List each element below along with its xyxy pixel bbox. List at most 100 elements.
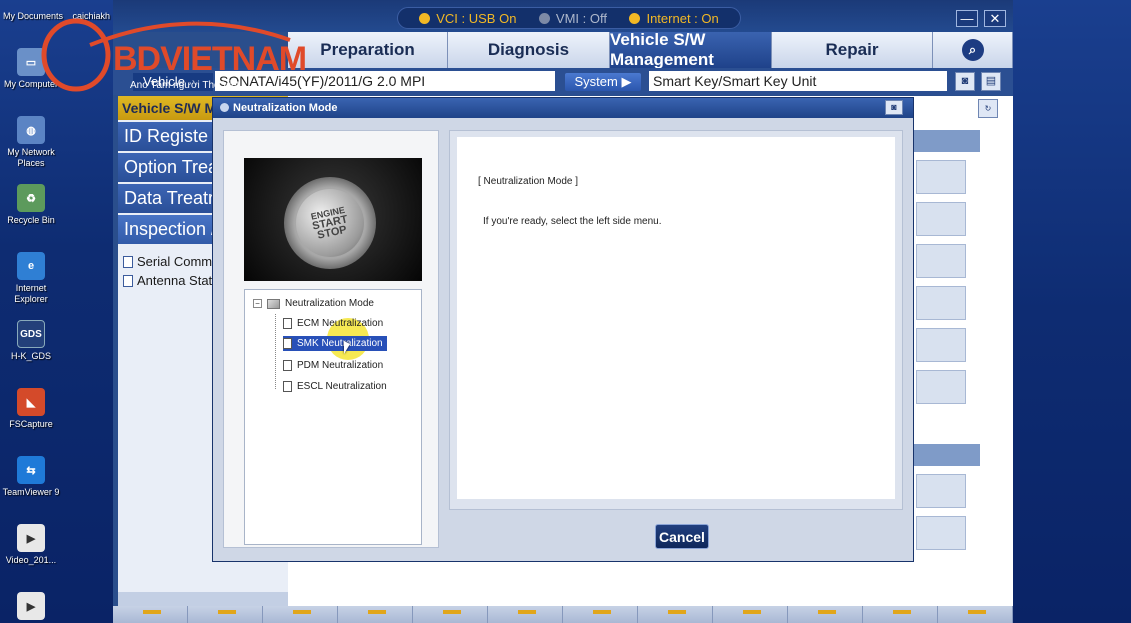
- toolbar-slot[interactable]: [413, 606, 488, 623]
- neutralization-tree: − Neutralization Mode ECM Neutralization…: [244, 289, 422, 545]
- desktop-label-my-documents[interactable]: My Documents: [3, 11, 63, 21]
- tab-preparation[interactable]: Preparation: [288, 32, 448, 68]
- content-button[interactable]: [916, 370, 966, 404]
- toolbar-slot[interactable]: [788, 606, 863, 623]
- vehicle-button[interactable]: Vehicle: [133, 73, 213, 91]
- mouse-cursor-icon: [344, 341, 350, 354]
- document-icon: [283, 338, 292, 349]
- tab-vehicle-sw-management[interactable]: Vehicle S/W Management: [610, 30, 772, 69]
- document-icon: [283, 360, 292, 371]
- desktop-icon-gds[interactable]: GDS H-K_GDS: [0, 320, 62, 362]
- document-icon: [283, 318, 292, 329]
- content-button[interactable]: [916, 328, 966, 362]
- vci-status: VCI : USB On: [419, 11, 516, 26]
- search-tab[interactable]: ⌕: [933, 32, 1013, 68]
- content-button[interactable]: [916, 244, 966, 278]
- toolbar-slot[interactable]: [863, 606, 938, 623]
- desktop-right: [1013, 0, 1131, 623]
- message-panel: [ Neutralization Mode ] If you're ready,…: [457, 137, 895, 499]
- toolbar-slot[interactable]: [638, 606, 713, 623]
- desktop-label-user[interactable]: caichiakh: [72, 11, 110, 21]
- video-icon: ▶: [17, 524, 45, 552]
- play-arrow-icon: ▶: [621, 74, 632, 89]
- neutralization-dialog: Neutralization Mode ◙ ENGINE START STOP …: [212, 97, 914, 562]
- vehicle-bar: Vehicle SONATA/i45(YF)/2011/G 2.0 MPI Sy…: [113, 68, 1013, 95]
- toolbar-slot[interactable]: [263, 606, 338, 623]
- teamviewer-icon: ⇆: [17, 456, 45, 484]
- title-bar: VCI : USB On VMI : Off Internet : On — ✕: [113, 0, 1013, 32]
- left-panel-scrollbar[interactable]: [118, 592, 288, 606]
- document-icon: [283, 381, 292, 392]
- minimize-button[interactable]: —: [956, 10, 978, 27]
- toolbar-slot[interactable]: [713, 606, 788, 623]
- tree-node-pdm[interactable]: PDM Neutralization: [283, 358, 387, 373]
- retry-icon[interactable]: ↻: [978, 99, 998, 118]
- cancel-button[interactable]: Cancel: [655, 524, 709, 549]
- ie-icon: e: [17, 252, 45, 280]
- dialog-title-bar: Neutralization Mode ◙: [213, 98, 913, 118]
- gds-icon: GDS: [17, 320, 45, 348]
- dialog-right-pane: [ Neutralization Mode ] If you're ready,…: [449, 130, 903, 510]
- internet-status: Internet : On: [629, 11, 719, 26]
- content-button[interactable]: [916, 474, 966, 508]
- vehicle-field[interactable]: SONATA/i45(YF)/2011/G 2.0 MPI: [215, 71, 555, 91]
- vmi-status-icon: [538, 12, 550, 24]
- engine-button-image: ENGINE START STOP: [284, 177, 376, 269]
- toolbar-slot[interactable]: [563, 606, 638, 623]
- system-field[interactable]: Smart Key/Smart Key Unit: [649, 71, 947, 91]
- desktop-icon-video[interactable]: ▶ Video_201...: [0, 524, 62, 566]
- desktop-icon-teamviewer[interactable]: ⇆ TeamViewer 9: [0, 456, 62, 498]
- search-icon: ⌕: [961, 39, 984, 61]
- tab-diagnosis[interactable]: Diagnosis: [448, 32, 610, 68]
- print-icon[interactable]: ▤: [981, 72, 1001, 91]
- internet-status-icon: [629, 12, 641, 24]
- network-icon: ◍: [17, 116, 45, 144]
- video-icon: ▶: [17, 592, 45, 620]
- tree-node-smk[interactable]: SMK Neutralization: [283, 336, 387, 351]
- content-button[interactable]: [916, 286, 966, 320]
- desktop-icon-recycle-bin[interactable]: ♻ Recycle Bin: [0, 184, 62, 226]
- main-tabs: Preparation Diagnosis Vehicle S/W Manage…: [288, 30, 1013, 69]
- dialog-body: ENGINE START STOP − Neutralization Mode …: [213, 118, 913, 561]
- start-button-photo: ENGINE START STOP: [244, 158, 422, 281]
- toolbar-slot[interactable]: [188, 606, 263, 623]
- vmi-status: VMI : Off: [538, 11, 607, 26]
- dialog-title: Neutralization Mode: [233, 102, 338, 114]
- document-icon: [123, 255, 133, 268]
- system-button[interactable]: System ▶: [565, 73, 641, 91]
- dialog-left-pane: ENGINE START STOP − Neutralization Mode …: [223, 130, 439, 548]
- toolbar-slot[interactable]: [488, 606, 563, 623]
- content-button[interactable]: [916, 516, 966, 550]
- toolbar-slot[interactable]: [338, 606, 413, 623]
- collapse-icon[interactable]: −: [253, 299, 262, 308]
- folder-icon: [267, 298, 280, 309]
- vci-status-icon: [419, 12, 431, 24]
- computer-icon: ▭: [17, 48, 45, 76]
- bottom-toolbar: [113, 606, 1013, 623]
- message-title: [ Neutralization Mode ]: [478, 176, 579, 187]
- tree-connector: [275, 314, 276, 389]
- tree-root[interactable]: − Neutralization Mode: [253, 298, 374, 309]
- dialog-icon: [220, 103, 229, 112]
- camera-icon[interactable]: ◙: [955, 72, 975, 91]
- desktop-icon-my-computer[interactable]: ▭ My Computer: [0, 48, 62, 90]
- desktop-icon-fscapture[interactable]: ◣ FSCapture: [0, 388, 62, 430]
- toolbar-slot[interactable]: [113, 606, 188, 623]
- desktop-icon-network[interactable]: ◍ My Network Places: [0, 116, 62, 169]
- connection-status: VCI : USB On VMI : Off Internet : On: [397, 7, 741, 29]
- close-button[interactable]: ✕: [984, 10, 1006, 27]
- desktop-icon-video-2[interactable]: ▶: [0, 592, 62, 623]
- tree-node-ecm[interactable]: ECM Neutralization: [283, 316, 387, 331]
- system-button-label: System: [574, 74, 618, 89]
- desktop-icon-internet-explorer[interactable]: e Internet Explorer: [0, 252, 62, 305]
- content-button[interactable]: [916, 202, 966, 236]
- fscapture-icon: ◣: [17, 388, 45, 416]
- content-button[interactable]: [916, 160, 966, 194]
- recycle-bin-icon: ♻: [17, 184, 45, 212]
- camera-icon[interactable]: ◙: [885, 100, 903, 115]
- tree-node-escl[interactable]: ESCL Neutralization: [283, 379, 391, 394]
- tab-repair[interactable]: Repair: [772, 32, 933, 68]
- message-text: If you're ready, select the left side me…: [483, 216, 662, 227]
- toolbar-slot[interactable]: [938, 606, 1013, 623]
- desktop: My Documents caichiakh ▭ My Computer ◍ M…: [0, 0, 113, 623]
